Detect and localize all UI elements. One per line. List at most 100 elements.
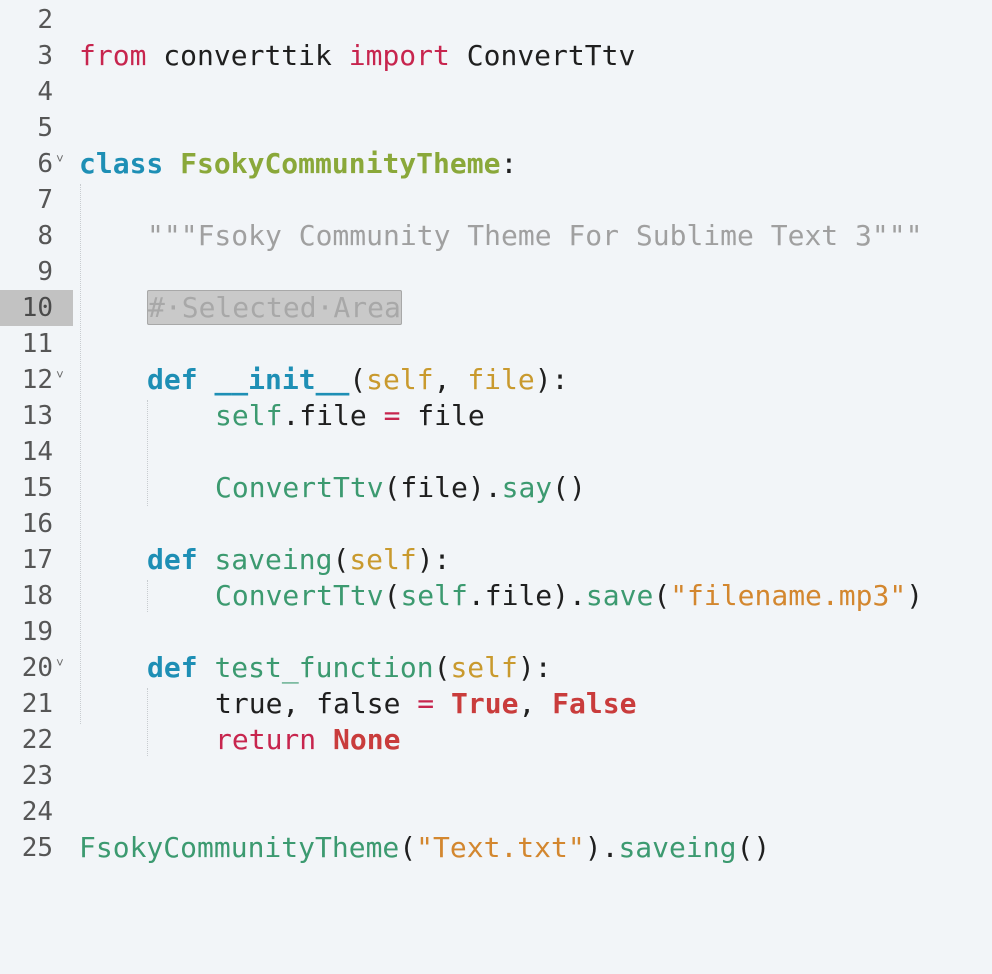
code-text: self.file = file — [215, 398, 485, 434]
line-number: 17 — [21, 545, 53, 575]
operator: = — [417, 687, 435, 720]
code-line[interactable]: 22 return None — [0, 722, 992, 758]
keyword-from: from — [79, 39, 147, 72]
line-number: 21 — [21, 689, 53, 719]
code-line[interactable]: 3 from converttik import ConvertTtv — [0, 38, 992, 74]
code-text: """Fsoky Community Theme For Sublime Tex… — [147, 218, 922, 254]
line-number: 22 — [21, 725, 53, 755]
code-line[interactable]: 24 — [0, 794, 992, 830]
keyword-import: import — [348, 39, 450, 72]
constant-none: None — [333, 723, 401, 756]
code-line[interactable]: 9 — [0, 254, 992, 290]
code-line[interactable]: 8 """Fsoky Community Theme For Sublime T… — [0, 218, 992, 254]
code-line-current[interactable]: 10 #·Selected·Area — [0, 290, 992, 326]
fold-chevron-icon[interactable]: ˅ — [56, 142, 64, 178]
line-number: 16 — [21, 509, 53, 539]
identifiers: true, false — [215, 687, 418, 720]
punctuation: () — [736, 831, 771, 864]
code-line[interactable]: 17 def saveing(self): — [0, 542, 992, 578]
fold-chevron-icon[interactable]: ˅ — [56, 358, 64, 394]
code-line[interactable]: 18 ConvertTtv(self.file).save("filename.… — [0, 578, 992, 614]
punctuation: ( — [433, 651, 451, 684]
function-name: saveing — [214, 543, 333, 576]
parameter: self — [349, 543, 417, 576]
line-number: 25 — [21, 833, 53, 863]
code-line[interactable]: 14 — [0, 434, 992, 470]
function-name: test_function — [214, 651, 434, 684]
line-number: 4 — [37, 77, 53, 107]
line-number: 8 — [37, 221, 53, 251]
code-editor[interactable]: 2 3 from converttik import ConvertTtv 4 … — [0, 0, 992, 878]
method-call: say — [501, 471, 553, 504]
code-line[interactable]: 21 true, false = True, False — [0, 686, 992, 722]
punctuation: ( — [349, 363, 367, 396]
line-number: 7 — [37, 185, 53, 215]
self-reference: self — [400, 579, 468, 612]
code-text: true, false = True, False — [215, 686, 636, 722]
class-call: ConvertTtv — [215, 471, 384, 504]
constant-true: True — [451, 687, 519, 720]
code-line[interactable]: 12 ˅ def __init__(self, file): — [0, 362, 992, 398]
punctuation: : — [500, 147, 518, 180]
line-number: 2 — [37, 5, 53, 35]
parameter: self — [366, 363, 434, 396]
punctuation: ). — [584, 831, 619, 864]
function-name: __init__ — [214, 363, 350, 396]
line-number: 19 — [21, 617, 53, 647]
punctuation: (file). — [383, 471, 502, 504]
punctuation: ): — [416, 543, 451, 576]
identifier: file — [400, 399, 485, 432]
line-number: 14 — [21, 437, 53, 467]
line-number: 9 — [37, 257, 53, 287]
punctuation: ( — [399, 831, 417, 864]
keyword-def: def — [147, 363, 198, 396]
code-text: #·Selected·Area — [147, 290, 402, 326]
code-line[interactable]: 6 ˅ class FsokyCommunityTheme: — [0, 146, 992, 182]
code-text: ConvertTtv(self.file).save("filename.mp3… — [215, 578, 923, 614]
code-text: def saveing(self): — [147, 542, 450, 578]
line-number: 13 — [21, 401, 53, 431]
parameter: self — [450, 651, 518, 684]
punctuation: , — [433, 363, 468, 396]
code-line[interactable]: 11 — [0, 326, 992, 362]
method-call: save — [585, 579, 654, 612]
punctuation: ): — [534, 363, 569, 396]
punctuation: ( — [332, 543, 350, 576]
keyword-def: def — [147, 543, 198, 576]
code-line[interactable]: 16 — [0, 506, 992, 542]
punctuation: ( — [653, 579, 671, 612]
line-number: 15 — [21, 473, 53, 503]
line-number: 5 — [37, 113, 53, 143]
line-number: 23 — [21, 761, 53, 791]
code-line[interactable]: 4 — [0, 74, 992, 110]
code-line[interactable]: 25 FsokyCommunityTheme("Text.txt").savei… — [0, 830, 992, 866]
keyword-def: def — [147, 651, 198, 684]
line-number: 11 — [21, 329, 53, 359]
attribute: .file — [282, 399, 384, 432]
operator: = — [383, 399, 401, 432]
code-line[interactable]: 2 — [0, 2, 992, 38]
code-line[interactable]: 13 self.file = file — [0, 398, 992, 434]
fold-chevron-icon[interactable]: ˅ — [56, 646, 64, 682]
code-line[interactable]: 7 — [0, 182, 992, 218]
punctuation: () — [552, 471, 586, 504]
class-call: FsokyCommunityTheme — [79, 831, 400, 864]
text-selection[interactable]: #·Selected·Area — [147, 290, 402, 325]
code-line[interactable]: 20 ˅ def test_function(self): — [0, 650, 992, 686]
code-line[interactable]: 23 — [0, 758, 992, 794]
code-line[interactable]: 5 — [0, 110, 992, 146]
code-text: def __init__(self, file): — [147, 362, 568, 398]
docstring: """Fsoky Community Theme For Sublime Tex… — [147, 219, 923, 252]
imported-name: ConvertTtv — [449, 39, 636, 72]
code-text: from converttik import ConvertTtv — [79, 38, 635, 74]
string-literal: "Text.txt" — [416, 831, 585, 864]
code-text: return None — [215, 722, 400, 758]
code-line[interactable]: 15 ConvertTtv(file).say() — [0, 470, 992, 506]
constant-false: False — [552, 687, 637, 720]
code-line[interactable]: 19 — [0, 614, 992, 650]
